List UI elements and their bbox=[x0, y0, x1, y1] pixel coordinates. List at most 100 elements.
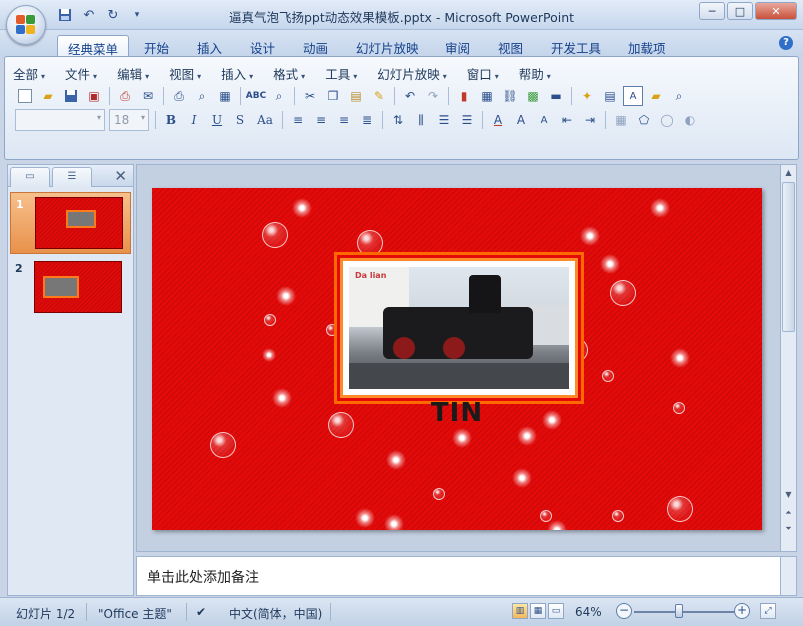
save-icon[interactable] bbox=[61, 86, 81, 106]
close-icon[interactable]: ✕ bbox=[114, 167, 127, 185]
menu-file[interactable]: 文件 ▾ bbox=[65, 64, 97, 83]
tab-classic-menu[interactable]: 经典菜单 bbox=[57, 35, 130, 57]
spell-check-icon[interactable]: ✔ bbox=[196, 605, 206, 619]
folder-icon[interactable]: ▰ bbox=[646, 86, 666, 106]
help-icon[interactable]: ? bbox=[779, 36, 793, 50]
layout-icon[interactable]: ▤ bbox=[600, 86, 620, 106]
normal-view-button[interactable]: ▥ bbox=[512, 603, 528, 619]
shadow-button[interactable]: S bbox=[230, 110, 250, 130]
zoom-in-icon[interactable]: + bbox=[734, 603, 750, 619]
slide-thumbnail-2[interactable]: 2 bbox=[10, 257, 131, 319]
photo-frame[interactable]: Da lian bbox=[340, 258, 578, 398]
menu-all[interactable]: 全部 ▾ bbox=[13, 64, 45, 83]
align-right-icon[interactable]: ≡ bbox=[334, 110, 354, 130]
zoom-slider-thumb[interactable] bbox=[675, 604, 683, 618]
menu-format[interactable]: 格式 ▾ bbox=[273, 64, 305, 83]
text-direction-icon[interactable]: ⇅ bbox=[388, 110, 408, 130]
underline-button[interactable]: U bbox=[207, 110, 227, 130]
numbering-icon[interactable]: ☰ bbox=[434, 110, 454, 130]
office-button[interactable] bbox=[6, 5, 46, 45]
print-icon[interactable]: ⎙ bbox=[169, 86, 189, 106]
menu-edit[interactable]: 编辑 ▾ bbox=[117, 64, 149, 83]
zoom-icon[interactable]: ⌕ bbox=[669, 86, 689, 106]
tab-home[interactable]: 开始 bbox=[134, 35, 179, 57]
close-button[interactable]: ✕ bbox=[755, 2, 797, 20]
copy-icon[interactable]: ❐ bbox=[323, 86, 343, 106]
vertical-scrollbar[interactable]: ▲ ▼ ⏶ ⏷ bbox=[780, 164, 797, 552]
decrease-indent-icon[interactable]: ⇤ bbox=[557, 110, 577, 130]
cut-icon[interactable]: ✂ bbox=[300, 86, 320, 106]
sparkle-decoration bbox=[384, 514, 404, 530]
align-center-icon[interactable]: ≡ bbox=[311, 110, 331, 130]
paste-icon[interactable]: ▤ bbox=[346, 86, 366, 106]
undo-icon[interactable]: ↶ bbox=[400, 86, 420, 106]
menu-help[interactable]: 帮助 ▾ bbox=[519, 64, 551, 83]
spelling-icon[interactable]: ABC bbox=[246, 86, 266, 106]
language-indicator[interactable]: 中文(简体，中国) bbox=[229, 605, 322, 622]
minimize-button[interactable]: ─ bbox=[699, 2, 725, 20]
notes-pane[interactable]: 单击此处添加备注 bbox=[136, 556, 781, 596]
tab-review[interactable]: 审阅 bbox=[435, 35, 480, 57]
chart-icon[interactable]: ▮ bbox=[454, 86, 474, 106]
shapes-icon[interactable]: ⬠ bbox=[634, 110, 654, 130]
print-preview-icon[interactable]: ⌕ bbox=[192, 86, 212, 106]
change-case-button[interactable]: Aa bbox=[253, 110, 277, 130]
text-box-icon[interactable]: A bbox=[623, 86, 643, 106]
slide-title[interactable]: TIN bbox=[152, 398, 762, 428]
menu-insert[interactable]: 插入 ▾ bbox=[221, 64, 253, 83]
email-icon[interactable]: ✉ bbox=[138, 86, 158, 106]
font-size-select[interactable]: 18 ▾ bbox=[109, 109, 149, 131]
slide-thumbnail-1[interactable]: 1 bbox=[10, 192, 131, 254]
tab-insert[interactable]: 插入 bbox=[187, 35, 232, 57]
slide-sorter-view-button[interactable]: ▦ bbox=[530, 603, 546, 619]
menu-slide-show[interactable]: 幻灯片放映 ▾ bbox=[377, 64, 447, 83]
tab-animations[interactable]: 动画 bbox=[293, 35, 338, 57]
next-slide-icon[interactable]: ⏷ bbox=[781, 521, 796, 537]
scrollbar-thumb[interactable] bbox=[782, 182, 795, 332]
font-name-select[interactable]: ▾ bbox=[15, 109, 105, 131]
tab-view[interactable]: 视图 bbox=[488, 35, 533, 57]
current-slide[interactable]: Da lian TIN bbox=[152, 188, 762, 530]
previous-slide-icon[interactable]: ⏶ bbox=[781, 505, 796, 521]
slides-tab-icon[interactable]: ▭ bbox=[10, 167, 50, 187]
menu-window[interactable]: 窗口 ▾ bbox=[467, 64, 499, 83]
new-slide-icon[interactable]: ✦ bbox=[577, 86, 597, 106]
hyperlink-icon[interactable]: ⛓ bbox=[500, 86, 520, 106]
tab-developer[interactable]: 开发工具 bbox=[541, 35, 611, 57]
columns-icon[interactable]: ⫼ bbox=[411, 110, 431, 130]
bullets-icon[interactable]: ☰ bbox=[457, 110, 477, 130]
tab-slide-show[interactable]: 幻灯片放映 bbox=[346, 35, 429, 57]
zoom-level[interactable]: 64% bbox=[575, 605, 602, 619]
shrink-font-icon[interactable]: A bbox=[534, 110, 554, 130]
increase-indent-icon[interactable]: ⇥ bbox=[580, 110, 600, 130]
fit-to-window-icon[interactable]: ⤢ bbox=[760, 603, 776, 619]
maximize-button[interactable]: □ bbox=[727, 2, 753, 20]
open-folder-icon[interactable]: ▰ bbox=[38, 86, 58, 106]
picture-icon[interactable]: ▩ bbox=[523, 86, 543, 106]
zoom-out-icon[interactable]: − bbox=[616, 603, 632, 619]
outline-tab-icon[interactable]: ☰ bbox=[52, 167, 92, 187]
permission-icon[interactable]: ▣ bbox=[84, 86, 104, 106]
zoom-slider-track[interactable] bbox=[634, 611, 734, 613]
italic-button[interactable]: I bbox=[184, 110, 204, 130]
grow-font-icon[interactable]: A bbox=[511, 110, 531, 130]
justify-icon[interactable]: ≣ bbox=[357, 110, 377, 130]
slide-show-view-button[interactable]: ▭ bbox=[548, 603, 564, 619]
font-color-icon[interactable]: A bbox=[488, 110, 508, 130]
bold-button[interactable]: B bbox=[161, 110, 181, 130]
format-painter-icon[interactable]: ✎ bbox=[369, 86, 389, 106]
tab-add-ins[interactable]: 加载项 bbox=[618, 35, 676, 57]
scroll-down-icon[interactable]: ▼ bbox=[781, 487, 796, 503]
scroll-up-icon[interactable]: ▲ bbox=[781, 165, 796, 181]
new-document-icon[interactable] bbox=[15, 86, 35, 106]
align-left-icon[interactable]: ≡ bbox=[288, 110, 308, 130]
tab-design[interactable]: 设计 bbox=[240, 35, 285, 57]
research-icon[interactable]: ⌕ bbox=[269, 86, 289, 106]
table-icon[interactable]: ▦ bbox=[215, 86, 235, 106]
insert-table-icon[interactable]: ▦ bbox=[477, 86, 497, 106]
line-style-icon[interactable]: ▬ bbox=[546, 86, 566, 106]
print-to-pdf-icon[interactable]: ⎙ bbox=[115, 86, 135, 106]
menu-tools[interactable]: 工具 ▾ bbox=[325, 64, 357, 83]
notes-scrollbar[interactable] bbox=[780, 556, 797, 596]
menu-view[interactable]: 视图 ▾ bbox=[169, 64, 201, 83]
